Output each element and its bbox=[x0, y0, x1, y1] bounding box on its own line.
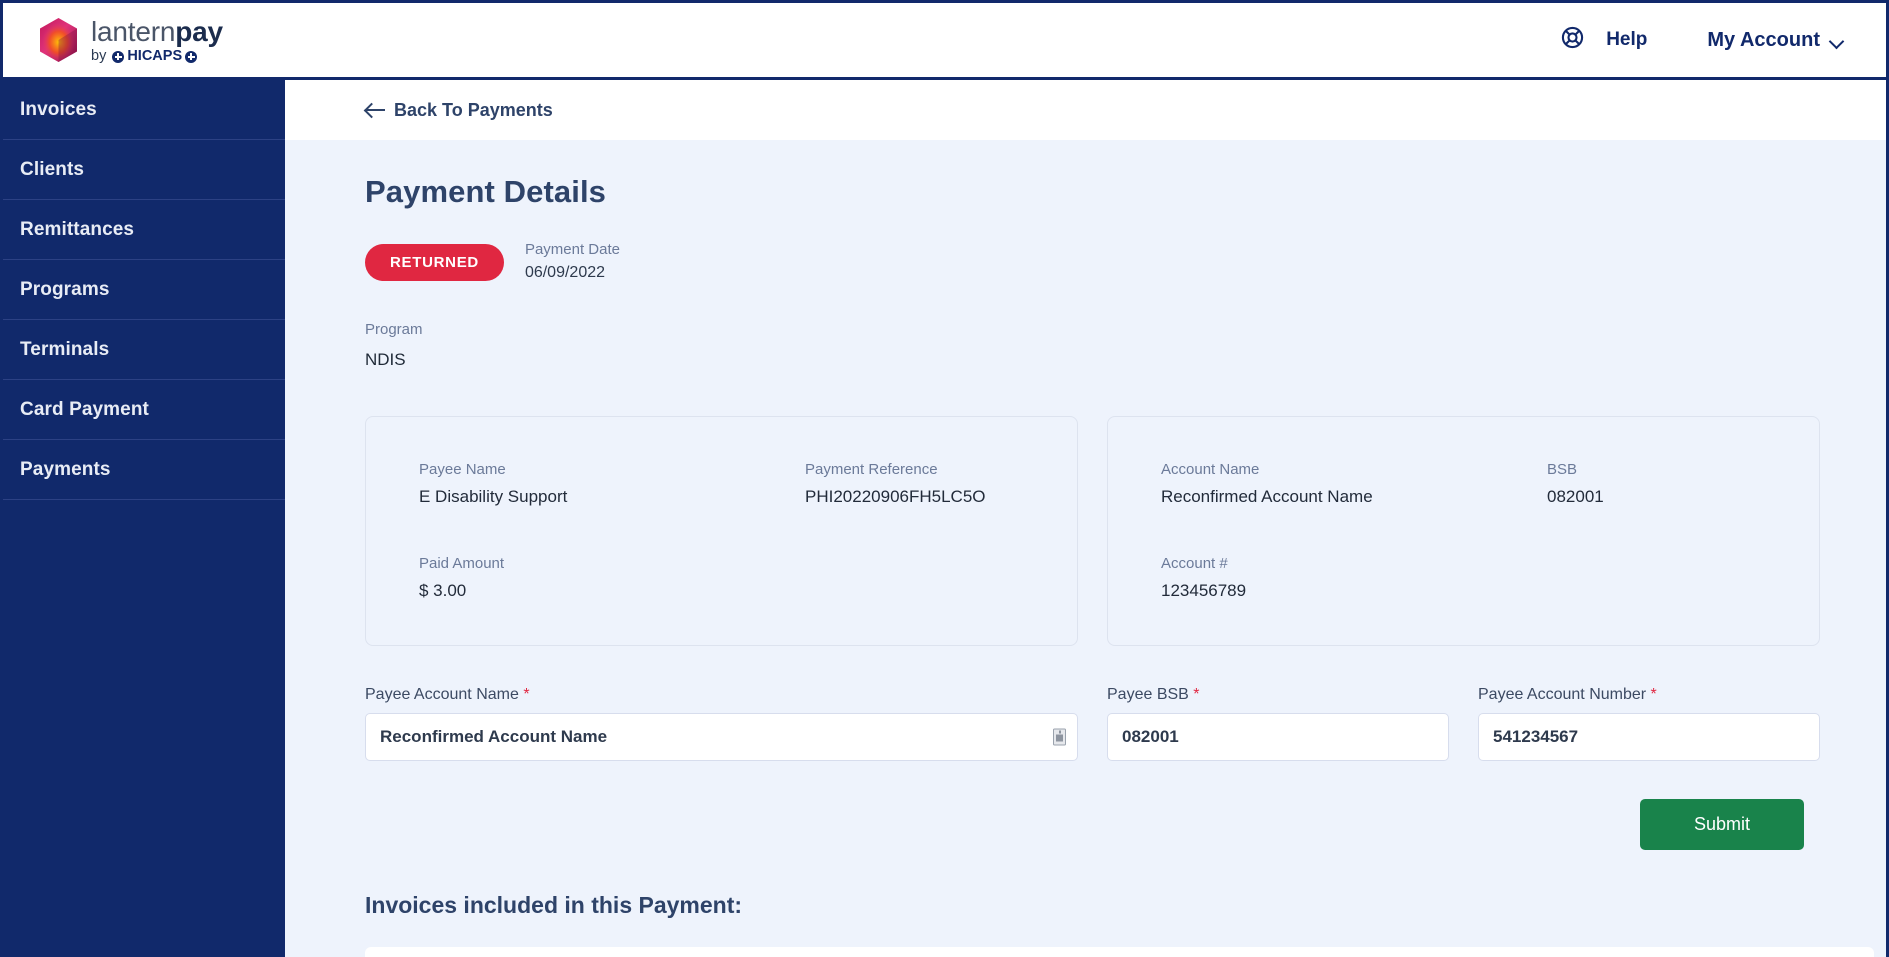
back-link-label: Back To Payments bbox=[394, 99, 553, 120]
logo-word-pay: pay bbox=[175, 16, 223, 48]
payee-account-name-label-text: Payee Account Name bbox=[365, 685, 519, 703]
sidebar-item-payments[interactable]: Payments bbox=[3, 440, 285, 500]
sidebar-item-label: Payments bbox=[20, 458, 111, 480]
account-card-row-2: Account # 123456789 bbox=[1161, 555, 1819, 601]
top-right-actions: Help My Account bbox=[1561, 26, 1844, 54]
payee-name-value: E Disability Support bbox=[419, 486, 568, 506]
sidebar-item-invoices[interactable]: Invoices bbox=[3, 80, 285, 140]
payee-account-number-input[interactable] bbox=[1478, 712, 1820, 761]
payee-bsb-input[interactable] bbox=[1107, 712, 1449, 761]
invoices-table: Invoice Date Invoice Number Client Detai… bbox=[365, 946, 1874, 957]
submit-row: Submit bbox=[365, 798, 1886, 850]
payment-reference-value: PHI20220906FH5LC5O bbox=[805, 486, 986, 506]
required-asterisk: * bbox=[523, 685, 530, 703]
program-value: NDIS bbox=[365, 350, 406, 370]
payee-account-number-input-shell bbox=[1478, 712, 1820, 761]
bsb-value: 082001 bbox=[1547, 486, 1604, 506]
my-account-menu[interactable]: My Account bbox=[1707, 29, 1844, 52]
payment-reference-label: Payment Reference bbox=[805, 460, 938, 478]
account-number-value: 123456789 bbox=[1161, 580, 1247, 600]
status-row: RETURNED Payment Date 06/09/2022 bbox=[365, 238, 1886, 286]
payee-bsb-label-text: Payee BSB bbox=[1107, 685, 1189, 703]
payment-details-content: Payment Details RETURNED Payment Date 06… bbox=[285, 174, 1886, 957]
payee-edit-form: Payee Account Name * Payee BSB * Payee A… bbox=[365, 686, 1886, 761]
invoices-section-title: Invoices included in this Payment: bbox=[365, 891, 743, 918]
account-card-row-1: Account Name Reconfirmed Account Name BS… bbox=[1161, 461, 1819, 507]
sidebar-item-label: Clients bbox=[20, 158, 85, 180]
payee-card-spacer bbox=[805, 555, 1077, 601]
payment-date-label: Payment Date bbox=[524, 241, 620, 258]
help-button[interactable]: Help bbox=[1561, 26, 1647, 54]
account-card-spacer bbox=[1547, 555, 1819, 601]
payment-reference-field: Payment Reference PHI20220906FH5LC5O bbox=[805, 461, 1077, 507]
sidebar-item-label: Programs bbox=[20, 278, 110, 300]
chevron-down-icon bbox=[1830, 36, 1844, 45]
lantern-hexagon-icon bbox=[38, 17, 79, 63]
app-window: lanternpay by HICAPS Help My Account Inv… bbox=[0, 0, 1889, 957]
payee-bsb-label: Payee BSB * bbox=[1107, 686, 1449, 704]
payee-name-field: Payee Name E Disability Support bbox=[419, 461, 805, 507]
top-navigation-bar: lanternpay by HICAPS Help My Account bbox=[3, 3, 1886, 80]
paid-amount-label: Paid Amount bbox=[419, 554, 505, 572]
bsb-label: BSB bbox=[1547, 460, 1578, 478]
payee-card-row-2: Paid Amount $ 3.00 bbox=[419, 555, 1077, 601]
paid-amount-value: $ 3.00 bbox=[419, 580, 467, 600]
account-name-label: Account Name bbox=[1161, 460, 1260, 478]
lifebuoy-icon bbox=[1561, 26, 1584, 54]
program-label: Program bbox=[365, 321, 423, 339]
help-label: Help bbox=[1606, 29, 1648, 50]
back-to-payments-link[interactable]: Back To Payments bbox=[365, 100, 553, 121]
payee-account-number-label: Payee Account Number * bbox=[1478, 686, 1820, 704]
sidebar-item-label: Card Payment bbox=[20, 398, 149, 420]
account-name-field: Account Name Reconfirmed Account Name bbox=[1161, 461, 1547, 507]
payee-bsb-group: Payee BSB * bbox=[1107, 686, 1449, 761]
bank-account-summary-card: Account Name Reconfirmed Account Name BS… bbox=[1107, 415, 1820, 646]
sidebar-item-programs[interactable]: Programs bbox=[3, 260, 285, 320]
main-content: Back To Payments Payment Details RETURNE… bbox=[285, 80, 1886, 957]
required-asterisk: * bbox=[1650, 685, 1657, 703]
account-number-field: Account # 123456789 bbox=[1161, 555, 1547, 601]
payee-name-label: Payee Name bbox=[419, 460, 506, 478]
payee-card-row-1: Payee Name E Disability Support Payment … bbox=[419, 461, 1077, 507]
autofill-icon[interactable] bbox=[1053, 728, 1066, 746]
payee-bsb-input-shell bbox=[1107, 712, 1449, 761]
hicaps-plus-right-icon bbox=[185, 50, 198, 63]
payee-account-number-label-text: Payee Account Number bbox=[1478, 685, 1647, 703]
brand-logo[interactable]: lanternpay by HICAPS bbox=[38, 16, 223, 64]
payee-summary-card: Payee Name E Disability Support Payment … bbox=[365, 415, 1078, 646]
paid-amount-field: Paid Amount $ 3.00 bbox=[419, 555, 805, 601]
invoices-table-header: Invoice Date Invoice Number Client Detai… bbox=[365, 947, 1874, 957]
payee-account-number-group: Payee Account Number * bbox=[1478, 686, 1820, 761]
logo-word-lantern: lantern bbox=[91, 16, 176, 48]
sidebar-item-clients[interactable]: Clients bbox=[3, 140, 285, 200]
payee-account-name-group: Payee Account Name * bbox=[365, 686, 1078, 761]
payee-account-name-label: Payee Account Name * bbox=[365, 686, 1078, 704]
program-block: Program NDIS bbox=[365, 318, 1886, 374]
page-title: Payment Details bbox=[365, 174, 606, 209]
account-number-label: Account # bbox=[1161, 554, 1228, 572]
sidebar-navigation: Invoices Clients Remittances Programs Te… bbox=[3, 80, 285, 957]
logo-by-text: by bbox=[91, 48, 107, 65]
sidebar-item-card-payment[interactable]: Card Payment bbox=[3, 380, 285, 440]
arrow-left-icon bbox=[365, 102, 385, 118]
sidebar-item-label: Terminals bbox=[20, 338, 110, 360]
payment-date-value: 06/09/2022 bbox=[524, 264, 606, 282]
payee-account-name-input-shell bbox=[365, 712, 1078, 761]
required-asterisk: * bbox=[1193, 685, 1200, 703]
hicaps-plus-left-icon bbox=[112, 50, 125, 63]
bsb-field: BSB 082001 bbox=[1547, 461, 1819, 507]
payee-account-name-input[interactable] bbox=[365, 712, 1078, 761]
submit-button[interactable]: Submit bbox=[1639, 798, 1804, 850]
back-bar: Back To Payments bbox=[285, 80, 1886, 140]
my-account-label: My Account bbox=[1707, 28, 1820, 51]
sidebar-item-label: Invoices bbox=[20, 99, 97, 120]
summary-cards-row: Payee Name E Disability Support Payment … bbox=[365, 415, 1886, 646]
account-name-value: Reconfirmed Account Name bbox=[1161, 486, 1373, 506]
status-badge: RETURNED bbox=[365, 243, 504, 281]
sidebar-item-terminals[interactable]: Terminals bbox=[3, 320, 285, 380]
sidebar-item-label: Remittances bbox=[20, 218, 135, 240]
sidebar-item-remittances[interactable]: Remittances bbox=[3, 200, 285, 260]
logo-hicaps-text: HICAPS bbox=[127, 48, 183, 65]
payment-date-block: Payment Date 06/09/2022 bbox=[525, 238, 620, 286]
